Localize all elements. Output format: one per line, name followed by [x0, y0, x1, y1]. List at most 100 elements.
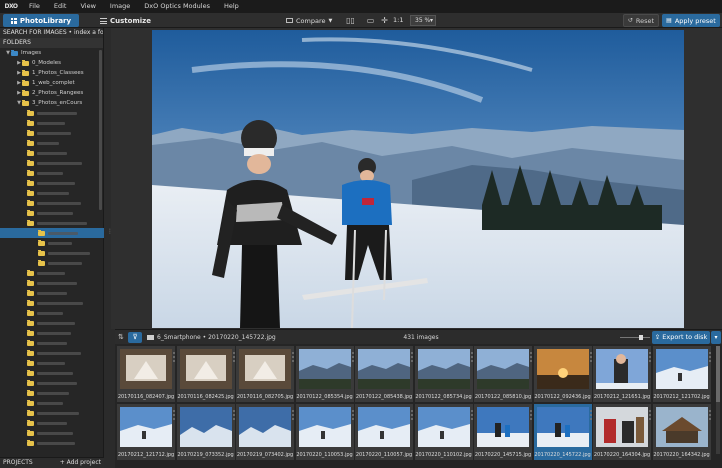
folder-tree-item[interactable] [0, 128, 104, 138]
folder-tree-item[interactable] [0, 408, 104, 418]
thumbnail[interactable]: 20170220_110057.jpg [355, 404, 413, 460]
folder-tree-item-selected[interactable] [0, 228, 104, 238]
thumbnail[interactable]: 20170212_121712.jpg [117, 404, 175, 460]
folder-tree-item[interactable] [0, 188, 104, 198]
rating-dots-icon[interactable] [649, 352, 651, 366]
reset-button[interactable]: ↺ Reset [623, 14, 659, 27]
add-project-button[interactable]: + Add project [60, 458, 101, 468]
menu-image[interactable]: Image [103, 0, 137, 13]
thumbnail[interactable]: 20170220_164342.jpg [652, 404, 711, 460]
thumbnail[interactable]: 20170116_082425.jpg [176, 346, 235, 402]
folder-tree-item[interactable] [0, 358, 104, 368]
folder-tree-item[interactable]: ▶ 1_web_complet [0, 78, 104, 88]
thumbnail[interactable]: 20170220_110102.jpg [414, 404, 473, 460]
folder-tree-item[interactable] [0, 418, 104, 428]
folder-tree-item[interactable] [0, 298, 104, 308]
rating-dots-icon[interactable] [351, 410, 354, 424]
folder-tree-item[interactable] [0, 278, 104, 288]
folder-tree-item[interactable] [0, 208, 104, 218]
thumbnail[interactable]: 20170220_164304.jpg [593, 404, 651, 460]
thumbnail[interactable]: 20170219_073352.jpg [176, 404, 235, 460]
search-images-link[interactable]: SEARCH FOR IMAGES • index a folder [0, 28, 103, 38]
thumbnail[interactable]: 20170212_121651.jpg [593, 346, 651, 402]
rating-dots-icon[interactable] [708, 410, 711, 424]
export-to-disk-button[interactable]: ⇪ Export to disk [652, 331, 710, 344]
thumbnail-selected[interactable]: 20170220_145722.jpg [533, 404, 592, 460]
folder-tree-item[interactable] [0, 308, 104, 318]
rating-dots-icon[interactable] [649, 410, 651, 424]
zoom-select[interactable]: 35 % [410, 15, 436, 26]
folder-tree-scrollbar[interactable] [99, 50, 102, 210]
folder-tree-item[interactable] [0, 398, 104, 408]
folder-tree-item[interactable] [0, 218, 104, 228]
filmstrip-scrollbar[interactable] [716, 346, 720, 454]
zoom-1to1-button[interactable]: 1:1 [393, 15, 403, 26]
thumbnail[interactable]: 20170122_085734.jpg [414, 346, 473, 402]
rating-dots-icon[interactable] [351, 352, 354, 366]
folder-tree-item[interactable] [0, 318, 104, 328]
filter-button[interactable]: ⊽ [128, 332, 142, 343]
thumbnail[interactable]: 20170122_092436.jpg [533, 346, 592, 402]
folder-tree-item[interactable] [0, 388, 104, 398]
rating-dots-icon[interactable] [232, 352, 235, 366]
folder-tree-item[interactable] [0, 268, 104, 278]
menu-optics-modules[interactable]: DxO Optics Modules [137, 0, 217, 13]
rating-dots-icon[interactable] [589, 352, 592, 366]
export-dropdown-button[interactable]: ▾ [711, 331, 721, 344]
menu-edit[interactable]: Edit [47, 0, 74, 13]
image-viewer[interactable] [111, 28, 722, 329]
folder-tree-item[interactable] [0, 198, 104, 208]
rating-dots-icon[interactable] [589, 410, 592, 424]
thumbnail[interactable]: 20170220_145715.jpg [474, 404, 532, 460]
thumbnail[interactable]: 20170122_085810.jpg [474, 346, 532, 402]
thumbnail[interactable]: 20170116_082407.jpg [117, 346, 175, 402]
folder-tree-item[interactable] [0, 178, 104, 188]
folder-tree-item[interactable]: ▼ Images [0, 48, 104, 58]
rating-dots-icon[interactable] [232, 410, 235, 424]
folder-tree-item[interactable] [0, 378, 104, 388]
thumbnail[interactable]: 20170122_085354.jpg [295, 346, 354, 402]
folder-tree-item[interactable]: ▶ 0_Modeles [0, 58, 104, 68]
rating-dots-icon[interactable] [411, 352, 413, 366]
folder-tree-item[interactable] [0, 138, 104, 148]
folder-tree-item[interactable]: ▶ 2_Photos_Rangees [0, 88, 104, 98]
folder-tree-item[interactable] [0, 338, 104, 348]
folder-tree-item[interactable] [0, 148, 104, 158]
panel-collapse-handle[interactable]: ⋮ [107, 229, 113, 239]
rating-dots-icon[interactable] [173, 352, 175, 366]
rating-dots-icon[interactable] [292, 410, 294, 424]
thumbnail-size-slider[interactable] [620, 335, 650, 340]
folder-tree-item[interactable] [0, 238, 104, 248]
tab-photolibrary[interactable]: PhotoLibrary [3, 14, 79, 27]
thumbnail[interactable]: 20170212_121702.jpg [652, 346, 711, 402]
folder-tree-item[interactable] [0, 368, 104, 378]
folder-tree-item[interactable] [0, 348, 104, 358]
thumbnail[interactable]: 20170116_082705.jpg [236, 346, 294, 402]
folder-tree-item[interactable] [0, 258, 104, 268]
split-view-icon[interactable]: ▯▯ [346, 16, 355, 25]
crop-view-icon[interactable]: ▭ [366, 16, 375, 25]
compare-button[interactable]: Compare ▼ [286, 15, 332, 26]
rating-dots-icon[interactable] [173, 410, 175, 424]
thumbnail[interactable]: 20170122_085438.jpg [355, 346, 413, 402]
tab-customize[interactable]: Customize [100, 14, 151, 27]
folder-tree-item[interactable]: ▼ 3_Photos_enCours [0, 98, 104, 108]
folder-tree-item[interactable] [0, 438, 104, 448]
rating-dots-icon[interactable] [470, 410, 473, 424]
folder-tree-item[interactable] [0, 248, 104, 258]
apply-preset-button[interactable]: ▤ Apply preset [662, 14, 720, 27]
rating-dots-icon[interactable] [530, 352, 532, 366]
thumbnail[interactable]: 20170220_110053.jpg [295, 404, 354, 460]
folder-tree-item[interactable] [0, 428, 104, 438]
menu-view[interactable]: View [73, 0, 102, 13]
menu-file[interactable]: File [22, 0, 47, 13]
sort-menu-icon[interactable]: ⇅ [118, 333, 124, 341]
rating-dots-icon[interactable] [411, 410, 413, 424]
folder-tree-item[interactable] [0, 118, 104, 128]
move-icon[interactable]: ✛ [380, 16, 389, 25]
folder-tree-item[interactable] [0, 108, 104, 118]
rating-dots-icon[interactable] [470, 352, 473, 366]
rating-dots-icon[interactable] [292, 352, 294, 366]
menu-help[interactable]: Help [217, 0, 246, 13]
folder-tree-item[interactable] [0, 328, 104, 338]
